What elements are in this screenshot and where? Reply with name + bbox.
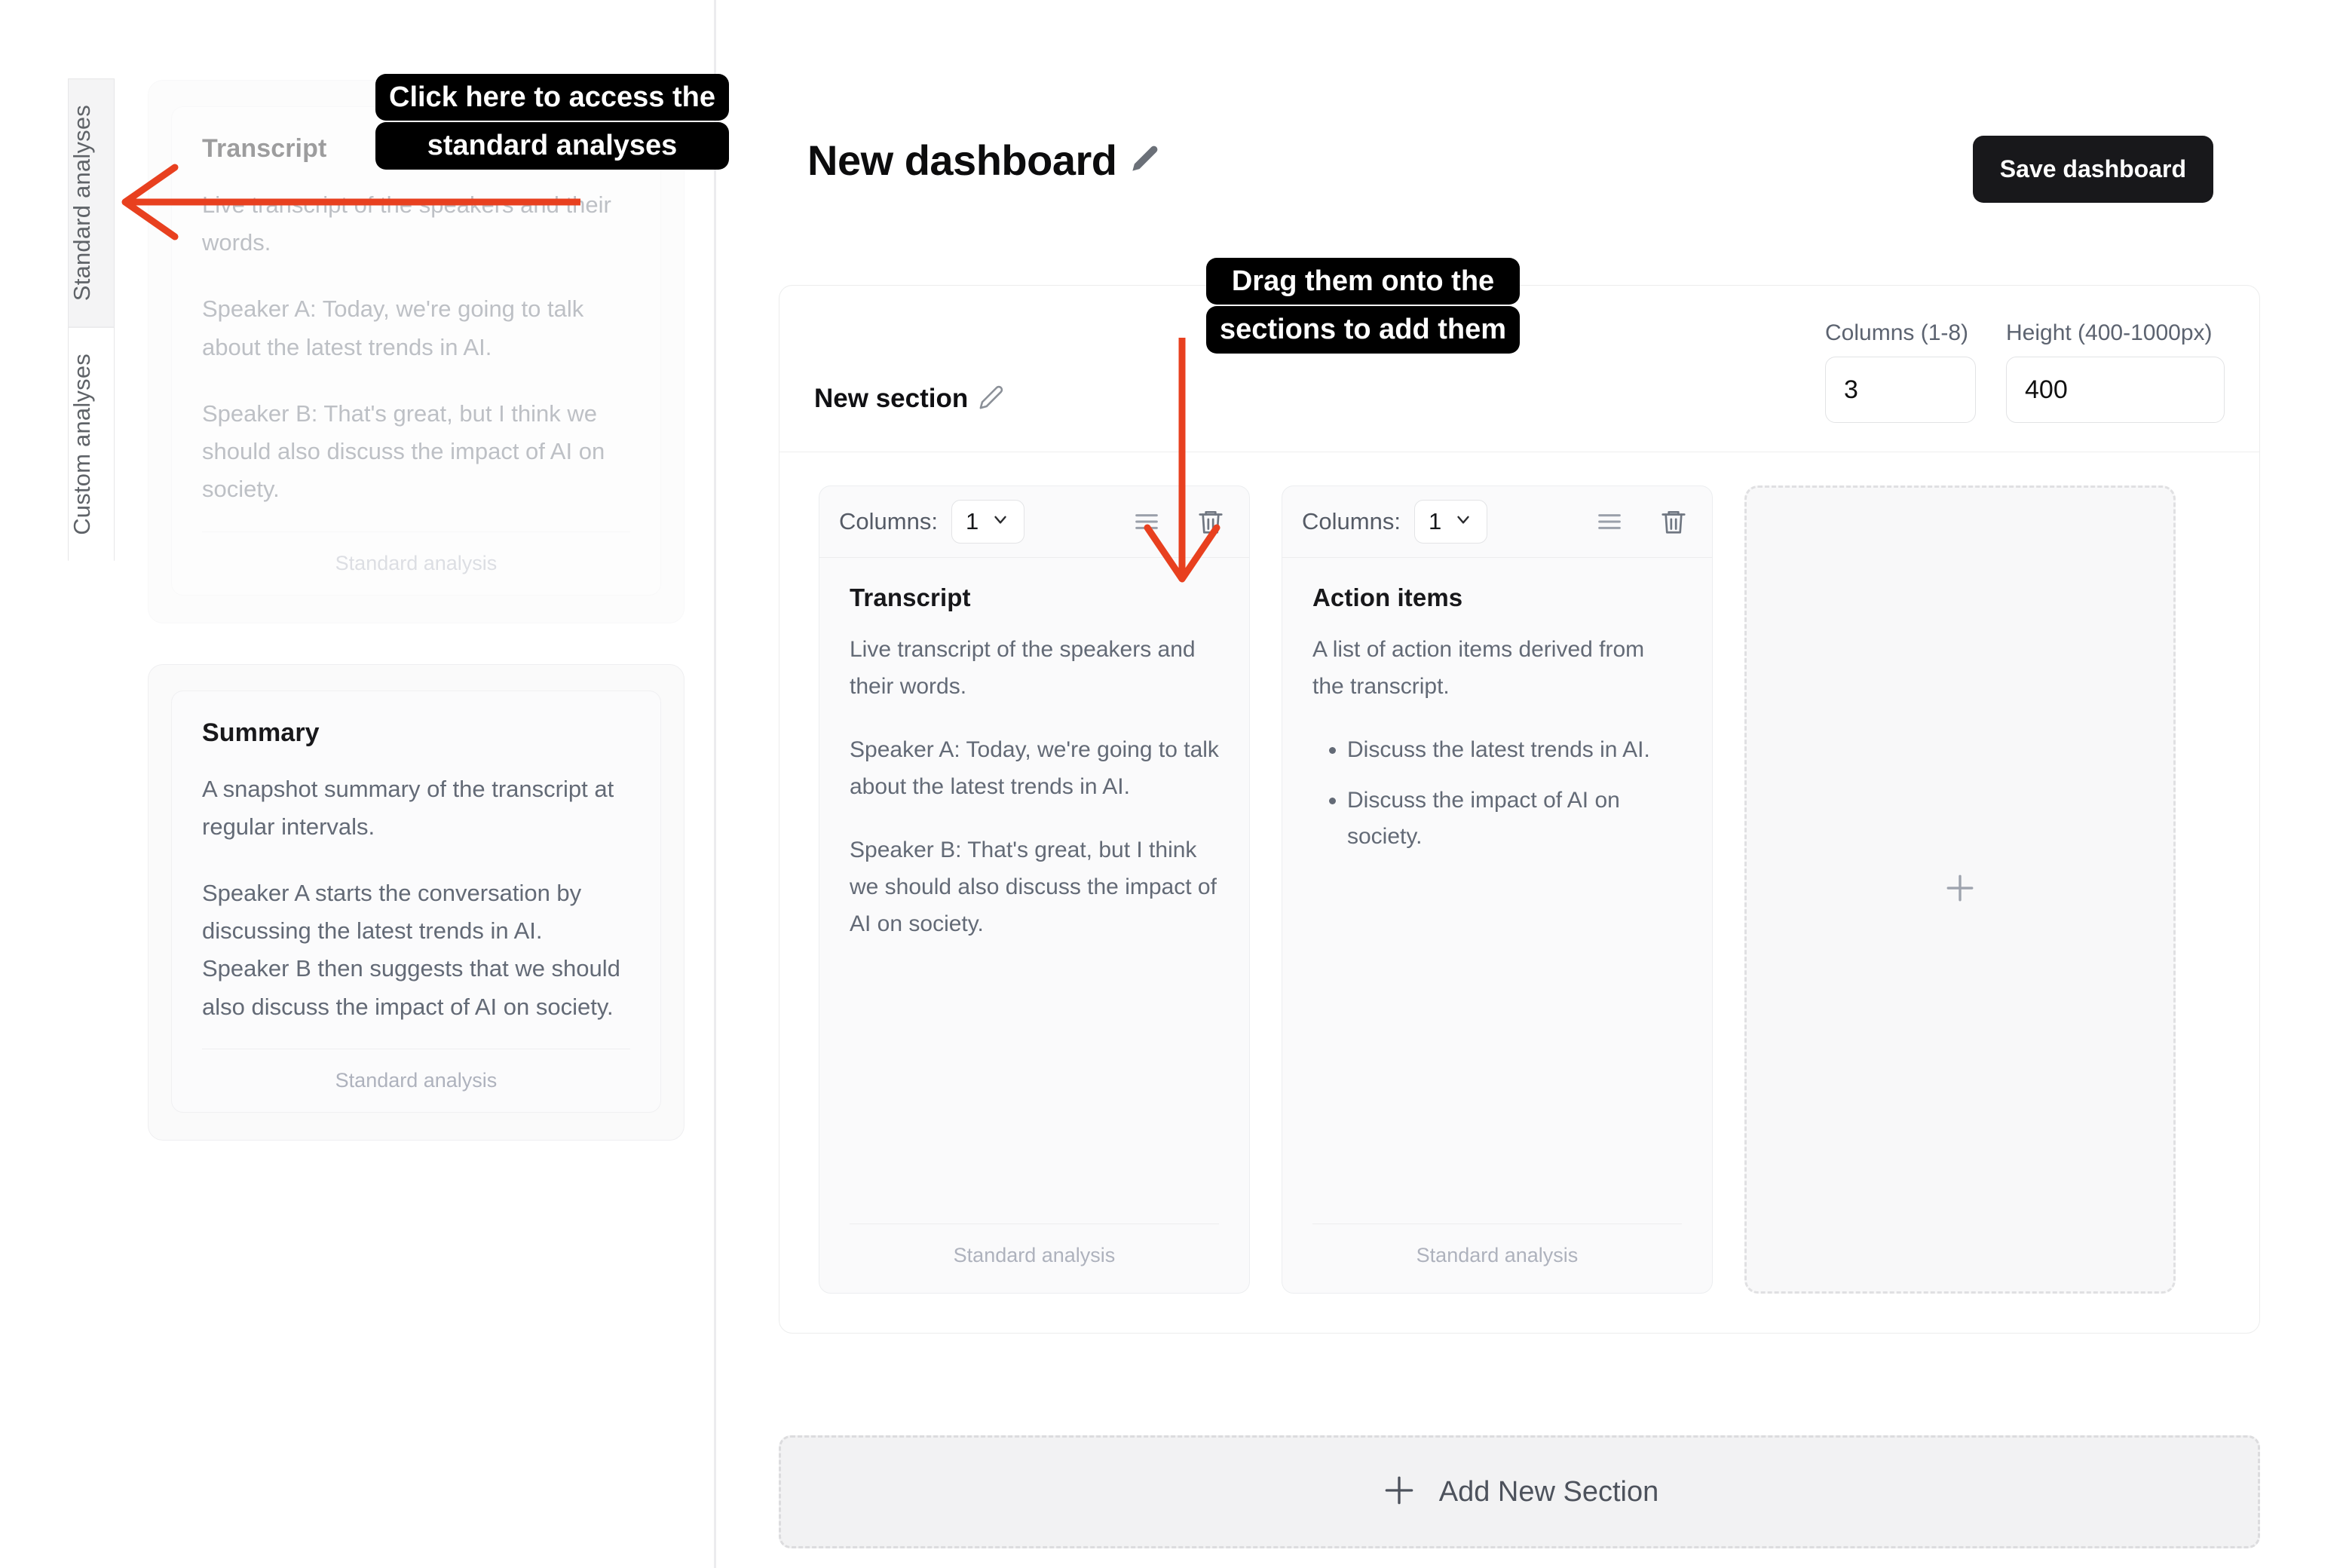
annotation-arrow-left (121, 164, 1220, 583)
callout-standard-analyses: Click here to access the standard analys… (375, 74, 729, 170)
callout-line-1: Click here to access the (375, 74, 729, 121)
callout-line-2: standard analyses (375, 122, 729, 170)
app-root: Standard analyses Custom analyses Transc… (0, 0, 2346, 1568)
callout-line-1: Drag them onto the (1206, 258, 1521, 305)
callout-drag-sections: Drag them onto the sections to add them (1206, 258, 1521, 354)
callout-line-2: sections to add them (1206, 306, 1521, 354)
